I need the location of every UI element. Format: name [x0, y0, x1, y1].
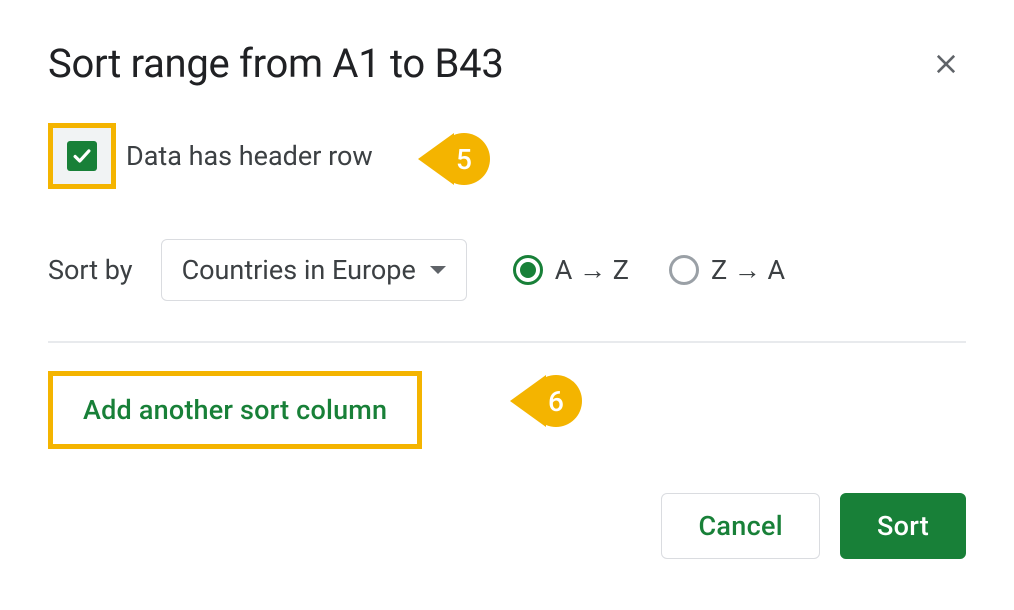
- divider: [48, 341, 966, 343]
- close-button[interactable]: [926, 44, 966, 84]
- chevron-down-icon: [430, 266, 446, 274]
- checkmark-icon: [71, 145, 93, 167]
- annotation-callout-6-number: 6: [530, 375, 582, 427]
- radio-icon: [669, 255, 699, 285]
- annotation-highlight-checkbox: [48, 123, 116, 189]
- sort-asc-option[interactable]: A → Z: [513, 254, 629, 286]
- sort-column-selected: Countries in Europe: [182, 254, 416, 286]
- add-sort-column-button[interactable]: Add another sort column: [83, 394, 387, 426]
- sort-column-dropdown[interactable]: Countries in Europe: [161, 239, 467, 301]
- annotation-callout-5-number: 5: [438, 133, 490, 185]
- header-row-label: Data has header row: [126, 140, 373, 172]
- sort-desc-label: Z → A: [711, 254, 785, 286]
- sort-asc-label: A → Z: [555, 254, 629, 286]
- sort-button[interactable]: Sort: [840, 493, 966, 559]
- close-icon: [932, 50, 960, 78]
- header-row-option: Data has header row 5: [48, 123, 966, 189]
- dialog-header: Sort range from A1 to B43: [48, 40, 966, 87]
- sort-by-row: Sort by Countries in Europe A → Z Z → A: [48, 239, 966, 301]
- sort-order-group: A → Z Z → A: [513, 254, 785, 286]
- add-sort-column-section: Add another sort column 6: [48, 371, 966, 449]
- sort-range-dialog: Sort range from A1 to B43 Data has heade…: [0, 0, 1014, 599]
- cancel-button[interactable]: Cancel: [661, 493, 819, 559]
- annotation-highlight-add-column: Add another sort column: [48, 371, 422, 449]
- annotation-callout-6: 6: [510, 375, 596, 427]
- annotation-callout-5: 5: [418, 133, 504, 185]
- sort-by-label: Sort by: [48, 254, 133, 286]
- header-row-checkbox[interactable]: [67, 141, 97, 171]
- dialog-title: Sort range from A1 to B43: [48, 40, 504, 87]
- radio-icon: [513, 255, 543, 285]
- sort-desc-option[interactable]: Z → A: [669, 254, 785, 286]
- dialog-footer: Cancel Sort: [48, 493, 966, 559]
